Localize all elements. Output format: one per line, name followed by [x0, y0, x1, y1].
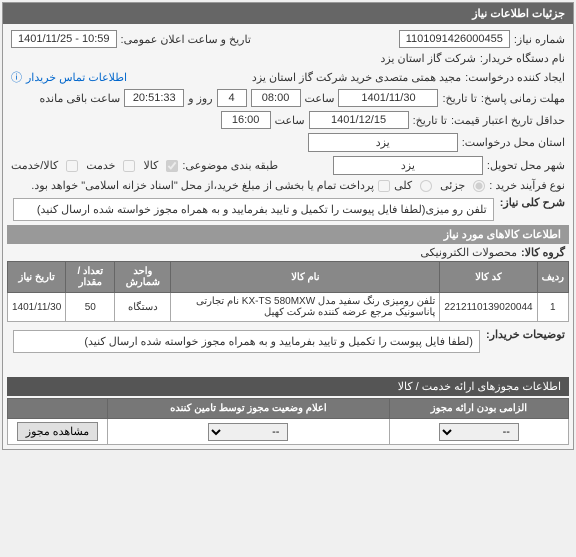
min-validity-time: 16:00	[221, 111, 271, 129]
goods-group-label: گروه کالا:	[521, 246, 565, 259]
th-date: تاریخ نیاز	[8, 262, 66, 293]
panel-title: جزئیات اطلاعات نیاز	[3, 3, 573, 24]
info-icon: ⓘ	[11, 69, 22, 85]
permits-row: -- -- مشاهده مجوز	[8, 419, 569, 445]
rb-partial-label: جزئی	[440, 179, 465, 192]
rb-full	[420, 180, 432, 192]
announce-date-label: تاریخ و ساعت اعلان عمومی:	[121, 33, 251, 46]
buy-process-group: جزئی کلی	[394, 179, 485, 192]
min-validity-prefix: تا تاریخ:	[413, 114, 447, 127]
cell-qty: 50	[66, 293, 115, 322]
requester-value: مجید همتی متصدی خرید شرکت گاز استان یزد	[252, 71, 461, 84]
th-unit: واحد شمارش	[115, 262, 171, 293]
buyer-device-label: نام دستگاه خریدار:	[480, 52, 565, 65]
buy-process-label: نوع فرآیند خرید :	[489, 179, 565, 192]
rb-partial	[473, 180, 485, 192]
th-status: اعلام وضعیت مجوز توسط تامین کننده	[108, 399, 390, 419]
table-header-row: ردیف کد کالا نام کالا واحد شمارش تعداد /…	[8, 262, 569, 293]
min-validity-time-label: ساعت	[275, 114, 305, 127]
th-idx: ردیف	[537, 262, 568, 293]
row-request-location: استان محل درخواست: یزد	[7, 131, 569, 154]
panel-body: شماره نیاز: 1101091426000455 تاریخ و ساع…	[3, 24, 573, 449]
row-general-desc: شرح کلی نیاز: تلفن رو میزی(لطفا فایل پیو…	[7, 194, 569, 225]
row-buyer-notes: توضیحات خریدار: (لطفا فایل پیوست را تکمی…	[7, 326, 569, 357]
permits-table: الزامی بودن ارائه مجوز اعلام وضعیت مجوز …	[7, 398, 569, 445]
contact-buyer-link[interactable]: اطلاعات تماس خریدار	[26, 71, 127, 84]
cell-view: مشاهده مجوز	[8, 419, 108, 445]
th-code: کد کالا	[440, 262, 537, 293]
classification-group: کالا خدمت کالا/خدمت	[11, 159, 178, 172]
th-name: نام کالا	[171, 262, 440, 293]
row-min-validity: حداقل تاریخ اعتبار قیمت: تا تاریخ: 1401/…	[7, 109, 569, 131]
deadline-time: 08:00	[251, 89, 301, 107]
goods-group-value: محصولات الکترونیکی	[420, 246, 517, 259]
need-number-value: 1101091426000455	[399, 30, 510, 48]
cell-code: 2212110139020044	[440, 293, 537, 322]
row-buyer-device: نام دستگاه خریدار: شرکت گاز استان یزد	[7, 50, 569, 67]
delivery-location-label: شهر محل تحویل:	[487, 159, 565, 172]
cell-date: 1401/11/30	[8, 293, 66, 322]
cell-required: --	[389, 419, 568, 445]
goods-section-header: اطلاعات کالاهای مورد نیاز	[7, 225, 569, 244]
row-requester: ایجاد کننده درخواست: مجید همتی متصدی خری…	[7, 67, 569, 87]
remaining-and: روز و	[188, 92, 212, 105]
min-validity-label: حداقل تاریخ اعتبار قیمت:	[451, 114, 565, 127]
rb-full-label: کلی	[394, 179, 412, 192]
status-select[interactable]: --	[208, 423, 288, 441]
row-deadline: مهلت زمانی پاسخ: تا تاریخ: 1401/11/30 سا…	[7, 87, 569, 109]
min-validity-date: 1401/12/15	[309, 111, 409, 129]
th-qty: تعداد / مقدار	[66, 262, 115, 293]
th-required: الزامی بودن ارائه مجوز	[389, 399, 568, 419]
permits-header: اطلاعات مجوزهای ارائه خدمت / کالا	[7, 377, 569, 396]
row-goods-group: گروه کالا: محصولات الکترونیکی	[7, 244, 569, 261]
request-location-label: استان محل درخواست:	[462, 136, 565, 149]
deadline-prefix: تا تاریخ:	[442, 92, 476, 105]
goods-table: ردیف کد کالا نام کالا واحد شمارش تعداد /…	[7, 261, 569, 322]
cell-idx: 1	[537, 293, 568, 322]
delivery-location-value: یزد	[333, 156, 483, 175]
subject-classification-label: طبقه بندی موضوعی:	[182, 159, 278, 172]
requester-label: ایجاد کننده درخواست:	[465, 71, 565, 84]
remaining-days: 4	[217, 89, 247, 107]
request-location-value: یزد	[308, 133, 458, 152]
cb-buy-note	[378, 180, 390, 192]
need-number-label: شماره نیاز:	[514, 33, 565, 46]
cb-service-label: خدمت	[86, 159, 115, 172]
view-permit-button[interactable]: مشاهده مجوز	[17, 422, 98, 441]
table-row: 1 2212110139020044 تلفن رومیزی رنگ سفید …	[8, 293, 569, 322]
cell-name: تلفن رومیزی رنگ سفید مدل KX-TS 580MXW نا…	[171, 293, 440, 322]
buyer-device-value: شرکت گاز استان یزد	[380, 52, 475, 65]
cb-goods-service-label: کالا/خدمت	[11, 159, 58, 172]
cb-goods	[166, 160, 178, 172]
remaining-time: 20:51:33	[124, 89, 184, 107]
permits-header-row: الزامی بودن ارائه مجوز اعلام وضعیت مجوز …	[8, 399, 569, 419]
buyer-notes-label: توضیحات خریدار:	[486, 328, 565, 341]
buyer-notes-text: (لطفا فایل پیوست را تکمیل و تایید بفرمای…	[13, 330, 480, 353]
announce-date-value: 1401/11/25 - 10:59	[11, 30, 117, 48]
cb-service	[123, 160, 135, 172]
main-panel: جزئیات اطلاعات نیاز شماره نیاز: 11010914…	[2, 2, 574, 450]
cell-unit: دستگاه	[115, 293, 171, 322]
th-empty	[8, 399, 108, 419]
cb-goods-label: کالا	[143, 159, 158, 172]
general-desc-label: شرح کلی نیاز:	[500, 196, 565, 209]
required-select[interactable]: --	[439, 423, 519, 441]
buy-note: پرداخت تمام یا بخشی از مبلغ خرید،از محل …	[31, 179, 374, 192]
row-need-number: شماره نیاز: 1101091426000455 تاریخ و ساع…	[7, 28, 569, 50]
row-buy-process: نوع فرآیند خرید : جزئی کلی پرداخت تمام ی…	[7, 177, 569, 194]
remaining-label: ساعت باقی مانده	[40, 92, 121, 105]
general-desc-text: تلفن رو میزی(لطفا فایل پیوست را تکمیل و …	[13, 198, 494, 221]
cb-goods-service	[66, 160, 78, 172]
cell-status: --	[108, 419, 390, 445]
deadline-time-label: ساعت	[305, 92, 335, 105]
deadline-label: مهلت زمانی پاسخ:	[481, 92, 565, 105]
deadline-date: 1401/11/30	[338, 89, 438, 107]
row-delivery-location: شهر محل تحویل: یزد طبقه بندی موضوعی: کال…	[7, 154, 569, 177]
